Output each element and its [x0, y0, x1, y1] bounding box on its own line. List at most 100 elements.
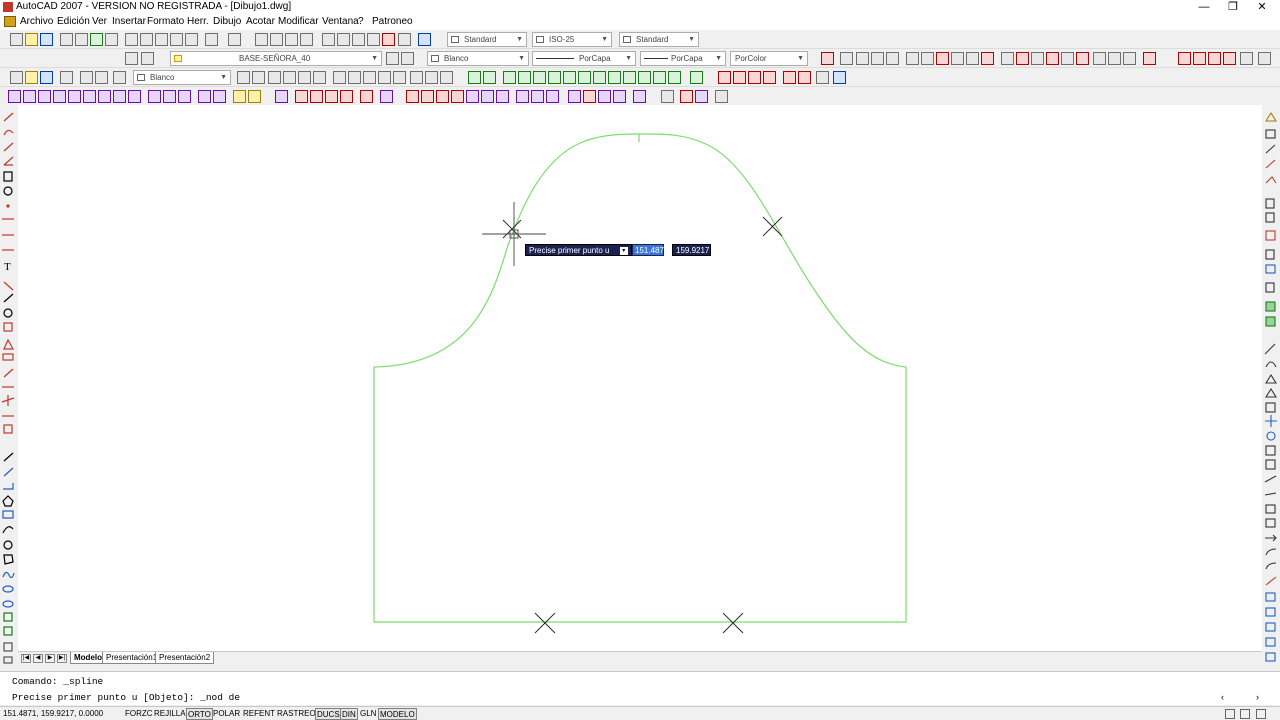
pattern-tool-21-icon[interactable]	[798, 71, 811, 84]
pattern-tool-8-icon[interactable]	[578, 71, 591, 84]
layer-small-icon[interactable]	[113, 71, 126, 84]
target-icon[interactable]	[440, 71, 453, 84]
zoom-all-icon[interactable]	[283, 71, 296, 84]
pattern-f4-icon[interactable]	[715, 90, 728, 103]
pattern-tool-19-icon[interactable]	[763, 71, 776, 84]
pattern-e1-icon[interactable]	[568, 90, 581, 103]
spline-edit-icon[interactable]	[966, 52, 979, 65]
pattern-d3-icon[interactable]	[436, 90, 449, 103]
pattern-tool-13-icon[interactable]	[653, 71, 666, 84]
pattern-c5-icon[interactable]	[340, 90, 353, 103]
close-button[interactable]: ✕	[1248, 0, 1276, 14]
pattern-b1-icon[interactable]	[148, 90, 161, 103]
copy-icon[interactable]	[140, 33, 153, 46]
menu-edicion[interactable]: Edición	[57, 16, 90, 27]
pattern-a2-icon[interactable]	[23, 90, 36, 103]
pattern-d10-icon[interactable]	[546, 90, 559, 103]
dim-linear-icon[interactable]	[871, 52, 884, 65]
menu-modificar[interactable]: Modificar	[278, 16, 319, 27]
erase-icon[interactable]	[1046, 52, 1059, 65]
tab-next-button[interactable]: ▶	[45, 654, 55, 663]
rectangle-icon[interactable]	[936, 52, 949, 65]
pattern-tool-3-icon[interactable]	[503, 71, 516, 84]
hatch-icon[interactable]	[840, 52, 853, 65]
plotstyle-select[interactable]: PorColor ▼	[730, 51, 808, 66]
menu-patroneo[interactable]: Patroneo	[372, 16, 413, 27]
pattern-d2-icon[interactable]	[421, 90, 434, 103]
box-icon[interactable]	[1240, 52, 1253, 65]
pattern-tool-7-icon[interactable]	[563, 71, 576, 84]
save-icon[interactable]	[40, 33, 53, 46]
print-icon[interactable]	[60, 33, 73, 46]
dxf-icon[interactable]	[816, 71, 829, 84]
zoom-out-icon[interactable]	[268, 71, 281, 84]
pattern-tool-11-icon[interactable]	[623, 71, 636, 84]
color-select-2[interactable]: Blanco ▼	[133, 70, 231, 85]
pattern-c1-icon[interactable]	[275, 90, 288, 103]
pattern-c7-icon[interactable]	[380, 90, 393, 103]
pattern-c2-icon[interactable]	[295, 90, 308, 103]
fill-block-icon[interactable]	[1178, 52, 1191, 65]
pattern-tool-6-icon[interactable]	[548, 71, 561, 84]
redo-icon[interactable]	[228, 33, 241, 46]
pattern-b2-icon[interactable]	[163, 90, 176, 103]
notch-icon[interactable]	[1123, 52, 1136, 65]
scroll-left-icon[interactable]: ‹	[1221, 692, 1224, 702]
lwt-toggle[interactable]: GLN	[359, 708, 377, 720]
pattern-tool-1-icon[interactable]	[468, 71, 481, 84]
offset-curve-icon[interactable]	[951, 52, 964, 65]
publish-icon[interactable]	[90, 33, 103, 46]
grid-toggle[interactable]: REJILLA	[153, 708, 187, 720]
dynamic-input-y-field[interactable]: 159.9217	[672, 244, 711, 256]
design-center-icon[interactable]	[337, 33, 350, 46]
pattern-d7-icon[interactable]	[496, 90, 509, 103]
dynamic-input-x-field[interactable]: 151.4871	[632, 244, 668, 256]
menu-herr[interactable]: Herr.	[187, 16, 209, 27]
table-style-select[interactable]: Standard ▼	[619, 32, 699, 47]
cross-icon[interactable]	[363, 71, 376, 84]
osnap-toggle[interactable]: REFENT	[242, 708, 276, 720]
text-a-icon[interactable]	[1143, 52, 1156, 65]
make-current-layer-icon[interactable]	[386, 52, 399, 65]
model-toggle[interactable]: MODELO	[378, 708, 417, 720]
pattern-f3-icon[interactable]	[695, 90, 708, 103]
pattern-f2-icon[interactable]	[680, 90, 693, 103]
node-icon[interactable]	[1031, 52, 1044, 65]
plot-preview-icon[interactable]	[75, 33, 88, 46]
dim-aligned-icon[interactable]	[886, 52, 899, 65]
zoom-in-icon[interactable]	[252, 71, 265, 84]
zoom-extents-icon[interactable]	[237, 71, 250, 84]
trim-icon[interactable]	[981, 52, 994, 65]
pattern-tool-18-icon[interactable]	[748, 71, 761, 84]
restore-button[interactable]: ❐	[1219, 0, 1247, 14]
pattern-a5-icon[interactable]	[68, 90, 81, 103]
pattern-b4-icon[interactable]	[198, 90, 211, 103]
perpendicular-icon[interactable]	[425, 71, 438, 84]
pickbox-icon[interactable]	[1108, 52, 1121, 65]
dyn-toggle[interactable]: DIN	[340, 708, 358, 720]
undo-small-icon[interactable]	[80, 71, 93, 84]
menu-ventana[interactable]: Ventana	[322, 16, 359, 27]
pattern-e5-icon[interactable]	[633, 90, 646, 103]
export-icon[interactable]	[833, 71, 846, 84]
drawing-canvas[interactable]: Precise primer punto u ▾ 151.4871 159.92…	[18, 105, 1262, 651]
coordinate-readout[interactable]: 151.4871, 159.9217, 0.0000	[3, 709, 103, 718]
pattern-d6-icon[interactable]	[481, 90, 494, 103]
print-small-icon[interactable]	[60, 71, 73, 84]
block-editor-icon[interactable]	[185, 33, 198, 46]
match-properties-icon[interactable]	[170, 33, 183, 46]
zoom-previous-icon[interactable]	[300, 33, 313, 46]
zoom-dynamic-icon[interactable]	[313, 71, 326, 84]
angle-icon[interactable]	[921, 52, 934, 65]
mirror-icon[interactable]	[1208, 52, 1221, 65]
xline-icon[interactable]	[348, 71, 361, 84]
pattern-b5-icon[interactable]	[213, 90, 226, 103]
scroll-right-icon[interactable]: ›	[1256, 692, 1259, 702]
pattern-d1-icon[interactable]	[406, 90, 419, 103]
move-arrows-icon[interactable]	[1193, 52, 1206, 65]
pattern-b3-icon[interactable]	[178, 90, 191, 103]
menu-formato[interactable]: Formato	[147, 16, 184, 27]
pan-icon[interactable]	[255, 33, 268, 46]
pattern-a4-icon[interactable]	[53, 90, 66, 103]
dashed-line-icon[interactable]	[1076, 52, 1089, 65]
